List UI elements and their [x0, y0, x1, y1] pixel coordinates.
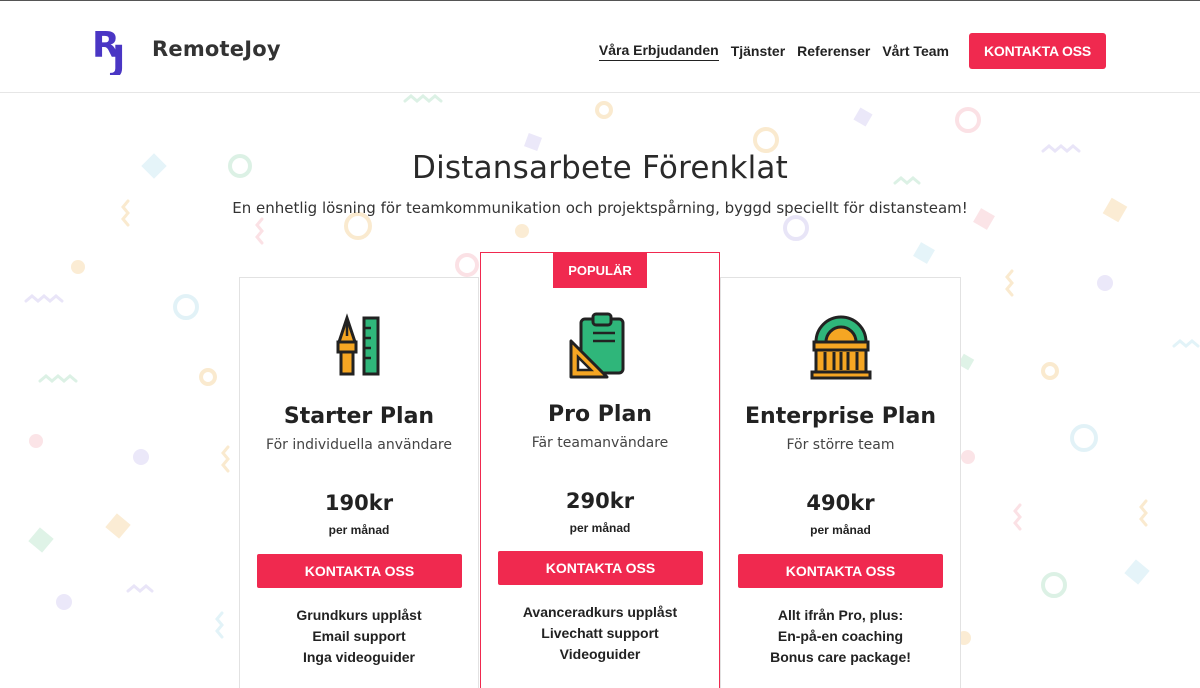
plan-feature: Inga videoguider: [302, 649, 415, 665]
plan-contact-button[interactable]: KONTAKTA OSS: [738, 554, 943, 588]
popular-badge: POPULÄR: [553, 253, 647, 288]
nav-link-team[interactable]: Vårt Team: [882, 43, 949, 59]
plan-description: För individuella användare: [266, 437, 452, 453]
nav-link-references[interactable]: Referenser: [797, 43, 870, 59]
plan-features: Grundkurs upplåst Email support Inga vid…: [240, 605, 478, 668]
main-nav: Våra Erbjudanden Tjänster Referenser Vår…: [587, 33, 1106, 69]
page-title: Distansarbete Förenklat: [412, 150, 788, 186]
plan-feature: En-på-en coaching: [777, 628, 904, 644]
plan-period: per månad: [569, 521, 631, 535]
plan-price: 190kr: [324, 491, 394, 515]
site-header: R J RemoteJoy Våra Erbjudanden Tjänster …: [0, 0, 1200, 93]
nav-link-offers[interactable]: Våra Erbjudanden: [598, 42, 719, 61]
plan-contact-button[interactable]: KONTAKTA OSS: [257, 554, 462, 588]
nav-link-services[interactable]: Tjänster: [731, 43, 785, 59]
plan-description: För större team: [786, 437, 895, 453]
plan-feature: Grundkurs upplåst: [296, 607, 422, 623]
logo[interactable]: R J RemoteJoy: [92, 23, 281, 75]
plan-card-pro: POPULÄR Pro Plan Fär teamanvändare 290kr…: [480, 252, 720, 688]
plan-name: Starter Plan: [283, 404, 435, 429]
plan-feature: Videoguider: [559, 646, 641, 662]
plan-description: Fär teamanvändare: [531, 435, 669, 451]
plan-period: per månad: [328, 523, 390, 537]
clipboard-icon: [569, 312, 625, 379]
plan-features: Avanceradkurs upplåst Livechatt support …: [481, 602, 719, 665]
plan-card-enterprise: Enterprise Plan För större team 490kr pe…: [720, 277, 961, 688]
page-subtitle: En enhetlig lösning för teamkommunikatio…: [232, 199, 968, 217]
header-contact-button[interactable]: KONTAKTA OSS: [968, 33, 1106, 69]
plan-feature: Bonus care package!: [770, 649, 911, 665]
plan-feature: Allt ifrån Pro, plus:: [777, 607, 904, 623]
brand-name: RemoteJoy: [152, 37, 281, 61]
plan-feature: Livechatt support: [541, 625, 659, 641]
pen-and-ruler-icon: [336, 313, 380, 376]
plan-feature: Avanceradkurs upplåst: [522, 604, 678, 620]
plan-card-starter: Starter Plan För individuella användare …: [239, 277, 479, 688]
svg-text:J: J: [109, 39, 125, 75]
plan-period: per månad: [810, 523, 871, 537]
logo-mark-icon: R J: [92, 25, 125, 75]
plan-feature: Email support: [312, 628, 406, 644]
plan-price: 290kr: [565, 489, 635, 513]
plan-price: 490kr: [806, 491, 875, 515]
building-icon: [810, 315, 871, 380]
plan-features: Allt ifrån Pro, plus: En-på-en coaching …: [721, 605, 960, 668]
plan-contact-button[interactable]: KONTAKTA OSS: [498, 551, 703, 585]
plan-name: Pro Plan: [548, 402, 652, 427]
plan-name: Enterprise Plan: [745, 404, 936, 429]
